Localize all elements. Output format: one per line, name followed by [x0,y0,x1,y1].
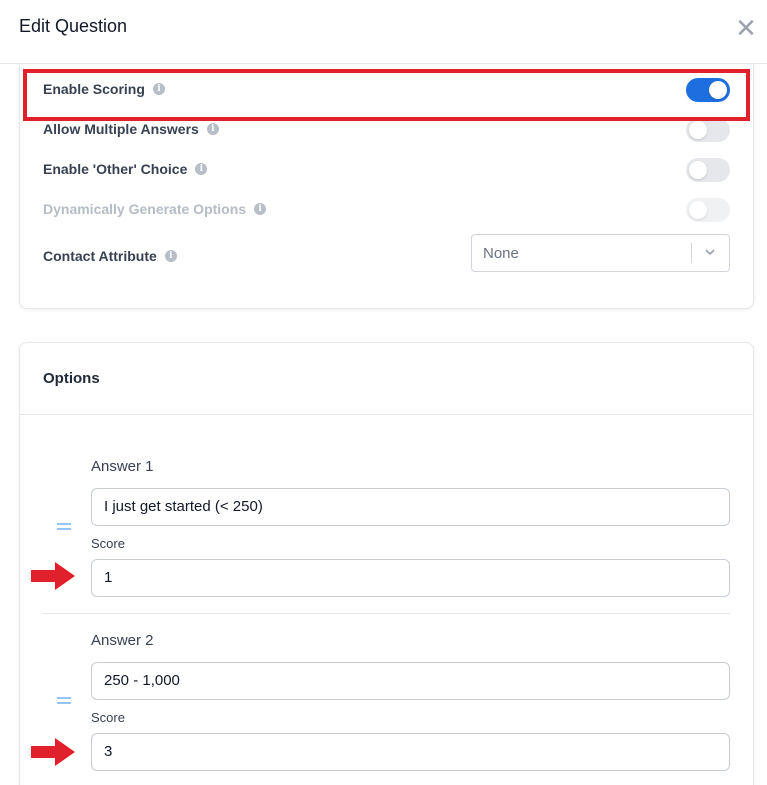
red-arrow-icon [31,562,75,590]
setting-label-text: Contact Attribute [43,248,157,264]
setting-label-text: Dynamically Generate Options [43,201,247,217]
setting-label-text: Enable Scoring [43,81,145,97]
answer-divider [43,613,730,614]
setting-label: Contact Attribute i [43,248,177,264]
answer-1-score-label: Score [91,536,125,551]
chevron-down-icon[interactable] [703,245,717,259]
setting-allow-multiple-answers: Allow Multiple Answers i [43,115,730,145]
modal-body: Enable Scoring i Allow Multiple Answers … [0,64,767,785]
answer-1-score-input[interactable]: 1 [91,559,730,597]
drag-handle-icon[interactable] [57,523,71,531]
enable-other-choice-toggle[interactable] [686,158,730,182]
contact-attribute-select[interactable]: None [471,234,730,272]
select-separator [691,243,692,263]
select-value: None [483,245,519,262]
toggle-knob [709,81,727,99]
setting-label: Dynamically Generate Options i [43,201,267,217]
setting-label: Allow Multiple Answers i [43,121,219,137]
setting-label-text: Allow Multiple Answers [43,121,199,137]
drag-handle-icon[interactable] [57,697,71,705]
toggle-knob [689,121,707,139]
dynamic-options-toggle [686,198,730,222]
options-card: Options Answer 1 I just get started (< 2… [19,342,754,785]
toggle-knob [689,161,707,179]
options-header: Options [20,343,753,415]
info-icon[interactable]: i [152,83,165,95]
setting-contact-attribute: Contact Attribute i None [43,234,730,272]
red-arrow-icon [31,738,75,766]
answer-1-label: Answer 1 [91,458,154,475]
answer-2-input[interactable]: 250 - 1,000 [91,662,730,700]
answer-1-input[interactable]: I just get started (< 250) [91,488,730,526]
info-icon[interactable]: i [206,123,219,135]
setting-enable-scoring: Enable Scoring i [43,75,730,105]
answer-2-score-input[interactable]: 3 [91,733,730,771]
allow-multiple-answers-toggle[interactable] [686,118,730,142]
setting-label: Enable 'Other' Choice i [43,161,208,177]
info-icon[interactable]: i [254,203,267,215]
answer-2-score-label: Score [91,710,125,725]
modal-header: Edit Question ✕ [0,0,767,64]
modal-title: Edit Question [19,16,128,36]
settings-card: Enable Scoring i Allow Multiple Answers … [19,64,754,309]
info-icon[interactable]: i [195,163,208,175]
close-icon[interactable]: ✕ [735,14,757,42]
setting-dynamic-options: Dynamically Generate Options i [43,195,730,225]
setting-enable-other-choice: Enable 'Other' Choice i [43,155,730,185]
enable-scoring-toggle[interactable] [686,78,730,102]
options-title: Options [43,370,100,387]
answer-2-label: Answer 2 [91,632,154,649]
info-icon[interactable]: i [164,250,177,262]
setting-label-text: Enable 'Other' Choice [43,161,188,177]
setting-label: Enable Scoring i [43,81,165,97]
toggle-knob [689,201,707,219]
